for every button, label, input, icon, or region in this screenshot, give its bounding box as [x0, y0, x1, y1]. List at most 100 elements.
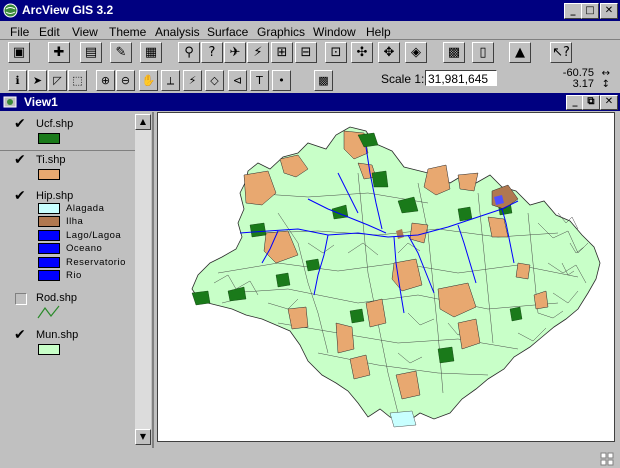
tool-bar: ℹ ➤ ◸ ⬚ ⊕ ⊖ ✋ ⟂ ⚡ ◇ ⊲ T • ▩ Scale 1: 31,… [0, 67, 620, 92]
menu-window[interactable]: Window [313, 25, 356, 39]
open-table-icon[interactable]: ▦ [140, 42, 162, 63]
zoom-out-fixed-icon[interactable]: ✥ [378, 42, 400, 63]
legend-swatch [38, 270, 60, 281]
theme-ucf[interactable]: ✔ Ucf.shp [0, 116, 135, 150]
clear-selection-icon[interactable]: ▯ [472, 42, 494, 63]
table-of-contents: ✔ Ucf.shp ✔ Ti.shp ✔ Hip.shp Alagada Ilh… [0, 112, 154, 448]
legend-swatch [38, 133, 60, 144]
legend-class-label: Ilha [66, 216, 84, 227]
menu-graphics[interactable]: Graphics [257, 25, 305, 39]
identify-icon[interactable]: ℹ [8, 70, 27, 91]
view-restore-button[interactable]: ⧉ [582, 95, 600, 110]
legend-swatch [38, 169, 60, 180]
menu-analysis[interactable]: Analysis [155, 25, 200, 39]
area-of-interest-icon[interactable]: ◇ [205, 70, 224, 91]
legend-class-label: Lago/Lagoa [66, 230, 122, 241]
view-title: View1 [24, 95, 58, 109]
menu-file[interactable]: File [10, 25, 29, 39]
coordinate-readout: -60.75 3.17 [563, 68, 594, 90]
scale-label: Scale 1: [381, 72, 425, 86]
view-title-bar: View1 _ ⧉ ✕ [0, 93, 620, 111]
toc-scrollbar[interactable]: ▲ ▼ [135, 114, 151, 445]
maximize-button[interactable]: □ [581, 3, 599, 19]
zoom-in-fixed-icon[interactable]: ✣ [351, 42, 373, 63]
hotlink-icon[interactable]: ⚡ [247, 42, 269, 63]
arcview-globe-icon [3, 3, 18, 18]
select-features-icon[interactable]: ▩ [443, 42, 465, 63]
select-feature-icon[interactable]: ⬚ [68, 70, 87, 91]
measure-icon[interactable]: ⟂ [161, 70, 180, 91]
close-button[interactable]: ✕ [600, 3, 618, 19]
legend-swatch [38, 230, 60, 241]
snap-icon[interactable]: ▩ [314, 70, 333, 91]
status-bar [0, 448, 620, 468]
theme-visible-checkbox[interactable] [15, 293, 27, 305]
legend-swatch [38, 203, 60, 214]
view-window: View1 _ ⧉ ✕ ✔ Ucf.shp ✔ Ti.shp ✔ Hip.shp… [0, 93, 620, 468]
query-builder-icon[interactable]: ? [201, 42, 223, 63]
view-icon [3, 96, 17, 108]
zoom-out-icon[interactable]: ⊖ [116, 70, 135, 91]
zoom-to-full-extent-icon[interactable]: ⊞ [271, 42, 293, 63]
theme-name: Ti.shp [36, 154, 66, 166]
view-close-button[interactable]: ✕ [600, 95, 618, 110]
pan-icon[interactable]: ✋ [139, 70, 158, 91]
scale-input[interactable]: 31,981,645 [425, 70, 497, 86]
menu-edit[interactable]: Edit [39, 25, 60, 39]
label-icon[interactable]: ⊲ [228, 70, 247, 91]
legend-class-label: Rio [66, 270, 82, 281]
theme-visible-checkbox[interactable]: ✔ [14, 153, 26, 167]
vertex-edit-icon[interactable]: ◸ [48, 70, 67, 91]
menu-bar: File Edit View Theme Analysis Surface Gr… [0, 22, 620, 40]
map-canvas[interactable] [158, 113, 614, 441]
scroll-down-icon[interactable]: ▼ [135, 429, 151, 445]
legend-class-label: Reservatorio [66, 257, 126, 268]
text-tool-icon[interactable]: T [250, 70, 269, 91]
save-icon[interactable]: ▣ [8, 42, 30, 63]
pointer-icon[interactable]: ➤ [28, 70, 47, 91]
resize-grip-icon[interactable] [600, 452, 614, 466]
draw-point-icon[interactable]: • [272, 70, 291, 91]
map-display[interactable] [157, 112, 615, 442]
legend-swatch [38, 257, 60, 268]
theme-ti[interactable]: ✔ Ti.shp [0, 152, 135, 186]
button-bar: ▣ ✚ ▤ ✎ ▦ ⚲ ? ✈ ⚡ ⊞ ⊟ ⊡ ✣ ✥ ◈ ▩ ▯ ▲ ↖? [0, 40, 620, 65]
menu-help[interactable]: Help [366, 25, 391, 39]
theme-visible-checkbox[interactable]: ✔ [14, 328, 26, 342]
app-title: ArcView GIS 3.2 [22, 3, 114, 17]
locate-address-icon[interactable]: ✈ [224, 42, 246, 63]
edit-legend-icon[interactable]: ✎ [110, 42, 132, 63]
hotlink-tool-icon[interactable]: ⚡ [183, 70, 202, 91]
legend-class-label: Oceano [66, 243, 103, 254]
coordinate-arrows-icon: ↔ ↕ [601, 68, 610, 90]
add-theme-icon[interactable]: ✚ [48, 42, 70, 63]
theme-name: Rod.shp [36, 292, 77, 304]
legend-swatch [38, 344, 60, 355]
zoom-previous-icon[interactable]: ◈ [405, 42, 427, 63]
theme-visible-checkbox[interactable]: ✔ [14, 117, 26, 131]
legend-swatch [38, 216, 60, 227]
coord-y: 3.17 [572, 78, 594, 90]
scroll-up-icon[interactable]: ▲ [135, 114, 151, 130]
theme-visible-checkbox[interactable]: ✔ [14, 189, 26, 203]
line-symbol-icon [37, 305, 60, 319]
zoom-to-selected-icon[interactable]: ⊡ [325, 42, 347, 63]
theme-properties-icon[interactable]: ▤ [80, 42, 102, 63]
legend-swatch [38, 243, 60, 254]
theme-mun[interactable]: ✔ Mun.shp [0, 327, 135, 361]
help-icon[interactable]: ↖? [550, 42, 572, 63]
find-icon[interactable]: ⚲ [178, 42, 200, 63]
menu-view[interactable]: View [72, 25, 98, 39]
menu-surface[interactable]: Surface [207, 25, 248, 39]
theme-divider [0, 150, 135, 151]
layout-icon[interactable]: ▲ [509, 42, 531, 63]
theme-name: Hip.shp [36, 190, 74, 202]
zoom-in-icon[interactable]: ⊕ [96, 70, 115, 91]
minimize-button[interactable]: _ [564, 3, 582, 19]
theme-rod[interactable]: Rod.shp [0, 290, 135, 324]
theme-hip[interactable]: ✔ Hip.shp Alagada Ilha Lago/Lagoa Oceano… [0, 188, 135, 284]
zoom-to-active-themes-icon[interactable]: ⊟ [295, 42, 317, 63]
legend-class-label: Alagada [66, 203, 105, 214]
menu-theme[interactable]: Theme [109, 25, 146, 39]
theme-name: Ucf.shp [36, 118, 74, 130]
